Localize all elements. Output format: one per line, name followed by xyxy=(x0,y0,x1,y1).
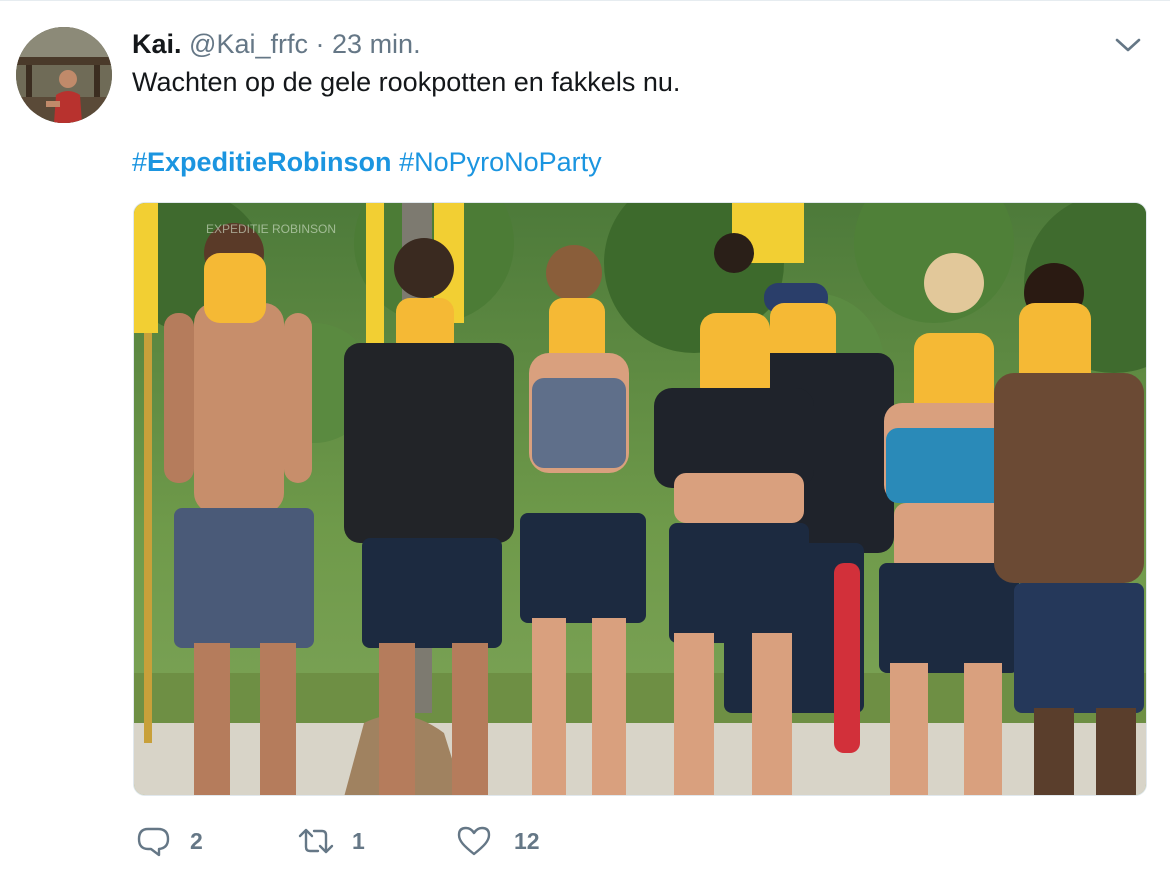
hashtag-symbol: # xyxy=(399,147,415,177)
photo-watermark: EXPEDITIE ROBINSON xyxy=(206,222,336,236)
hashtag-symbol: # xyxy=(132,147,148,177)
like-count: 12 xyxy=(514,828,540,854)
reply-count: 2 xyxy=(190,828,203,854)
heart-icon xyxy=(456,821,492,861)
hashtag-nopyronoparty[interactable]: #NoPyroNoParty xyxy=(399,147,602,177)
avatar[interactable] xyxy=(16,27,112,123)
header-separator: · xyxy=(315,29,325,59)
tweet: Kai. @Kai_frfc · 23 min. Wachten op de g… xyxy=(0,0,1170,876)
hashtags: #ExpeditieRobinson #NoPyroNoParty xyxy=(132,145,602,179)
retweet-count: 1 xyxy=(352,828,365,854)
reply-button[interactable]: 2 xyxy=(136,821,256,861)
chevron-down-icon[interactable] xyxy=(1112,29,1144,61)
hashtag-expeditierobinson[interactable]: #ExpeditieRobinson xyxy=(132,147,392,177)
retweet-icon xyxy=(296,821,336,861)
like-button[interactable]: 12 xyxy=(456,821,576,861)
display-name[interactable]: Kai. xyxy=(132,29,182,59)
timestamp[interactable]: 23 min. xyxy=(332,29,421,59)
hashtag-text: NoPyroNoParty xyxy=(414,147,602,177)
tweet-text: Wachten op de gele rookpotten en fakkels… xyxy=(132,67,681,97)
tweet-photo[interactable]: EXPEDITIE ROBINSON xyxy=(133,202,1147,796)
hashtag-text: ExpeditieRobinson xyxy=(147,147,392,177)
tweet-header: Kai. @Kai_frfc · 23 min. xyxy=(132,28,421,60)
reply-icon xyxy=(136,821,172,861)
user-handle[interactable]: @Kai_frfc xyxy=(189,29,308,59)
retweet-button[interactable]: 1 xyxy=(296,821,416,861)
